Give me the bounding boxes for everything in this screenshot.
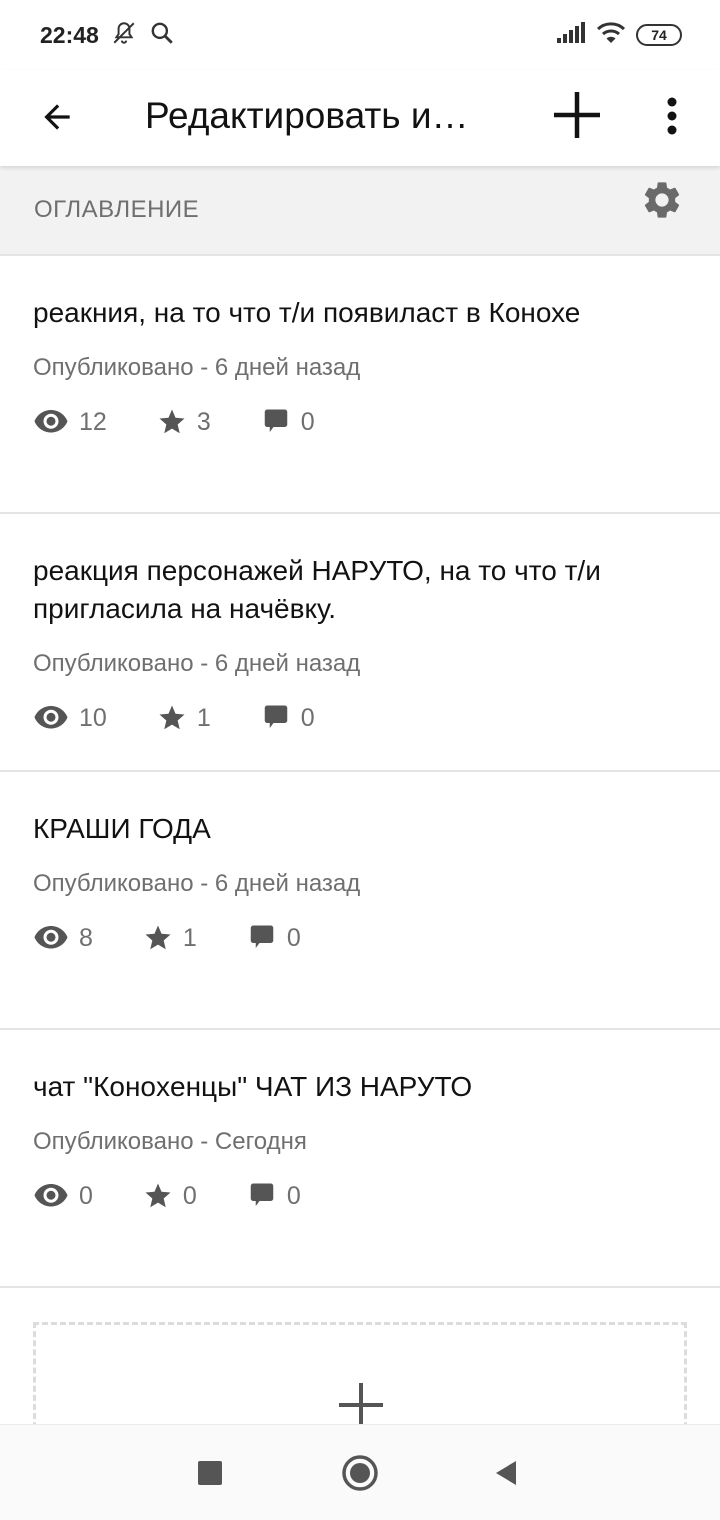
comment-icon xyxy=(264,409,287,432)
part-item[interactable]: реакция персонажей НАРУТО, на то что т/и… xyxy=(0,514,720,772)
star-icon xyxy=(159,705,185,730)
part-stats: 0 0 0 xyxy=(33,1178,687,1214)
app-bar: Редактировать и… xyxy=(0,70,720,166)
parts-list: реакния, на то что т/и появиласт в Конох… xyxy=(0,256,720,1288)
more-vert-icon xyxy=(667,97,677,135)
part-stats: 12 3 0 xyxy=(33,404,687,440)
page-title: Редактировать и… xyxy=(145,95,469,136)
part-stats: 10 1 0 xyxy=(33,700,687,736)
star-icon xyxy=(145,1183,171,1208)
part-item[interactable]: чат "Коноxенцы" ЧАТ ИЗ НАРУТО Опубликова… xyxy=(0,1030,720,1288)
votes-count: 3 xyxy=(196,407,211,436)
more-options-button[interactable] xyxy=(650,88,694,144)
status-bar: 22:48 74 xyxy=(0,0,720,70)
views-stat: 10 xyxy=(33,704,107,733)
gear-icon xyxy=(644,182,680,218)
part-title: КРАШИ ГОДА xyxy=(33,813,211,844)
part-title: реакния, на то что т/и появиласт в Конох… xyxy=(33,297,581,328)
part-status: Опубликовано - 6 дней назад xyxy=(33,870,361,897)
views-count: 8 xyxy=(79,923,93,952)
toc-title: ОГЛАВЛЕНИЕ xyxy=(34,196,200,223)
part-stats: 8 1 0 xyxy=(33,920,687,956)
back-triangle-icon xyxy=(496,1461,516,1485)
star-icon xyxy=(159,409,185,434)
system-nav-bar xyxy=(0,1424,720,1520)
comments-count: 0 xyxy=(300,407,315,436)
votes-stat: 3 xyxy=(157,407,211,437)
comment-icon xyxy=(250,1183,274,1206)
signal-icon xyxy=(556,21,586,49)
votes-stat: 1 xyxy=(143,923,197,953)
views-stat: 0 xyxy=(33,1182,93,1211)
comments-stat: 0 xyxy=(261,407,315,437)
eye-icon xyxy=(34,1184,68,1207)
views-stat: 12 xyxy=(33,408,107,437)
toc-header: ОГЛАВЛЕНИЕ xyxy=(0,166,720,256)
views-count: 10 xyxy=(79,703,107,732)
comments-count: 0 xyxy=(300,703,315,732)
back-button[interactable] xyxy=(34,94,80,140)
home-button[interactable] xyxy=(340,1453,380,1498)
add-part-toolbar-button[interactable] xyxy=(550,88,604,142)
part-title: чат "Коноxенцы" ЧАТ ИЗ НАРУТО xyxy=(33,1071,473,1102)
views-count: 0 xyxy=(79,1181,93,1210)
part-title: реакция персонажей НАРУТО, на то что т/и… xyxy=(33,555,601,624)
part-item[interactable]: КРАШИ ГОДА Опубликовано - 6 дней назад 8… xyxy=(0,772,720,1030)
part-item[interactable]: реакния, на то что т/и появиласт в Конох… xyxy=(0,256,720,514)
plus-icon xyxy=(339,1383,383,1427)
plus-icon xyxy=(554,92,600,138)
part-status: Опубликовано - Сегодня xyxy=(33,1128,307,1155)
comments-count: 0 xyxy=(286,923,301,952)
recents-square-icon xyxy=(198,1461,222,1485)
star-icon xyxy=(145,925,171,950)
battery-level: 74 xyxy=(651,27,667,43)
eye-icon xyxy=(34,410,68,433)
votes-stat: 1 xyxy=(157,703,211,733)
back-nav-button[interactable] xyxy=(492,1459,520,1492)
part-status: Опубликовано - 6 дней назад xyxy=(33,650,361,677)
bell-off-icon xyxy=(111,20,137,51)
recents-button[interactable] xyxy=(196,1459,224,1492)
back-arrow-icon xyxy=(44,104,70,130)
views-count: 12 xyxy=(79,407,107,436)
comment-icon xyxy=(250,925,274,948)
home-circle-icon xyxy=(342,1455,378,1491)
votes-count: 1 xyxy=(196,703,211,732)
votes-count: 1 xyxy=(182,923,197,952)
views-stat: 8 xyxy=(33,924,93,953)
toc-settings-button[interactable] xyxy=(640,178,686,224)
eye-icon xyxy=(34,706,68,729)
comments-stat: 0 xyxy=(247,1181,301,1211)
eye-icon xyxy=(34,926,68,949)
search-icon xyxy=(149,20,175,51)
votes-stat: 0 xyxy=(143,1181,197,1211)
comments-count: 0 xyxy=(286,1181,301,1210)
part-status: Опубликовано - 6 дней назад xyxy=(33,354,361,381)
comments-stat: 0 xyxy=(261,703,315,733)
wifi-icon xyxy=(596,21,626,50)
comments-stat: 0 xyxy=(247,923,301,953)
votes-count: 0 xyxy=(182,1181,197,1210)
comment-icon xyxy=(264,705,287,728)
status-time: 22:48 xyxy=(40,21,99,48)
battery-icon: 74 xyxy=(636,24,682,46)
